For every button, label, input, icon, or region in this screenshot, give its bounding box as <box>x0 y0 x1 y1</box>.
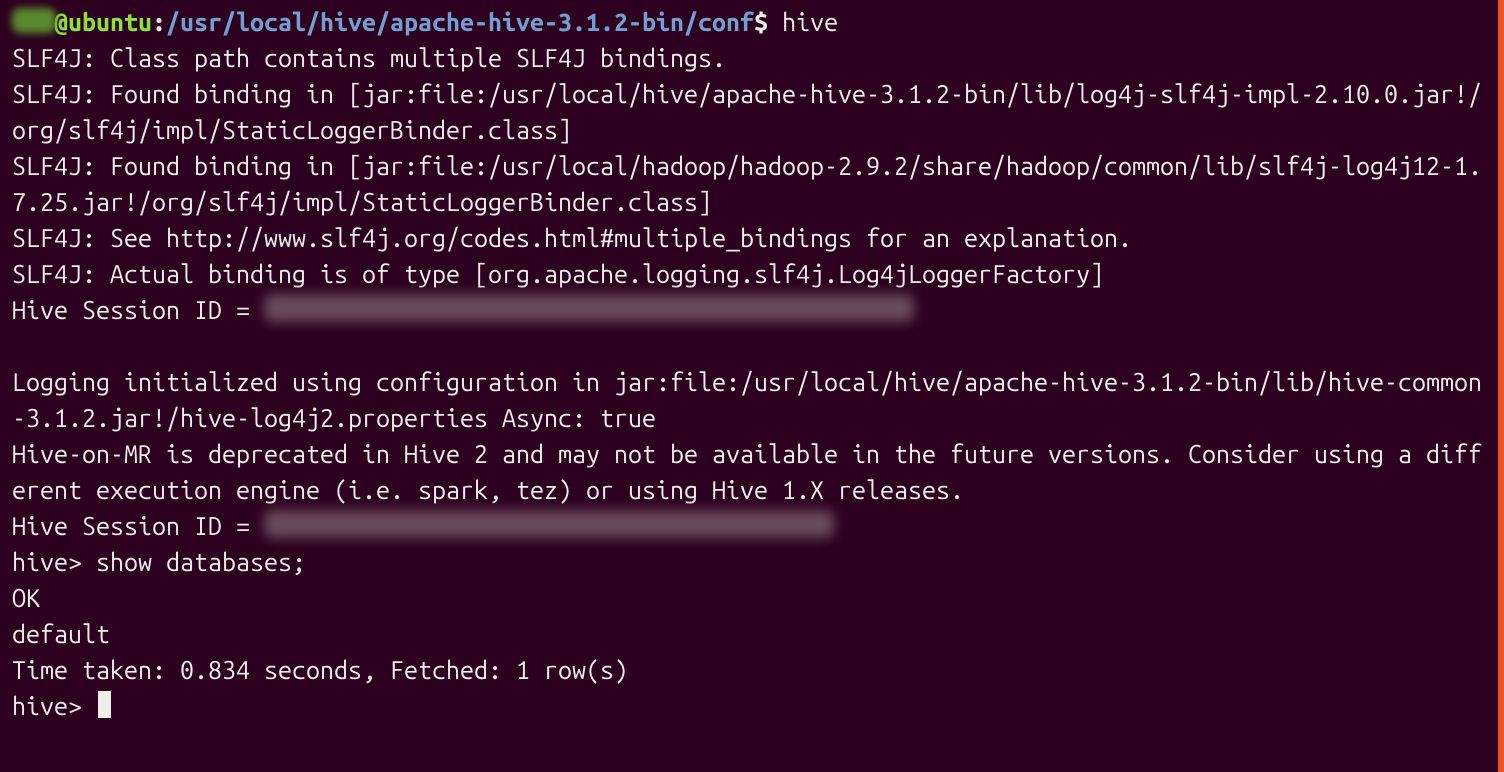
output-line: SLF4J: See http://www.slf4j.org/codes.ht… <box>12 224 1132 252</box>
redacted-username <box>12 8 56 33</box>
terminal-window[interactable]: @ubuntu:/usr/local/hive/apache-hive-3.1.… <box>0 0 1504 772</box>
hive-command: show databases; <box>96 548 306 576</box>
output-line: Logging initialized using configuration … <box>12 368 1482 432</box>
session-id-label: Hive Session ID = <box>12 512 264 540</box>
cursor-icon <box>98 691 111 718</box>
prompt-dollar: $ <box>754 8 768 36</box>
output-line: Hive-on-MR is deprecated in Hive 2 and m… <box>12 440 1482 504</box>
output-timing: Time taken: 0.834 seconds, Fetched: 1 ro… <box>12 656 628 684</box>
output-db-row: default <box>12 620 110 648</box>
shell-command-text: hive <box>782 8 838 36</box>
output-line: SLF4J: Actual binding is of type [org.ap… <box>12 260 1104 288</box>
output-ok: OK <box>12 584 40 612</box>
output-line: SLF4J: Class path contains multiple SLF4… <box>12 44 726 72</box>
hive-prompt: hive> <box>12 548 96 576</box>
hive-prompt-active[interactable]: hive> <box>12 692 96 720</box>
shell-command <box>768 8 782 36</box>
prompt-colon: : <box>152 8 166 36</box>
output-line: SLF4J: Found binding in [jar:file:/usr/l… <box>12 152 1482 216</box>
redacted-session-id <box>264 294 914 322</box>
prompt-host: @ubuntu <box>54 8 152 36</box>
redacted-session-id <box>264 510 834 538</box>
output-line: SLF4J: Found binding in [jar:file:/usr/l… <box>12 80 1482 144</box>
session-id-label: Hive Session ID = <box>12 296 264 324</box>
prompt-cwd-path: /usr/local/hive/apache-hive-3.1.2-bin/co… <box>166 8 754 36</box>
